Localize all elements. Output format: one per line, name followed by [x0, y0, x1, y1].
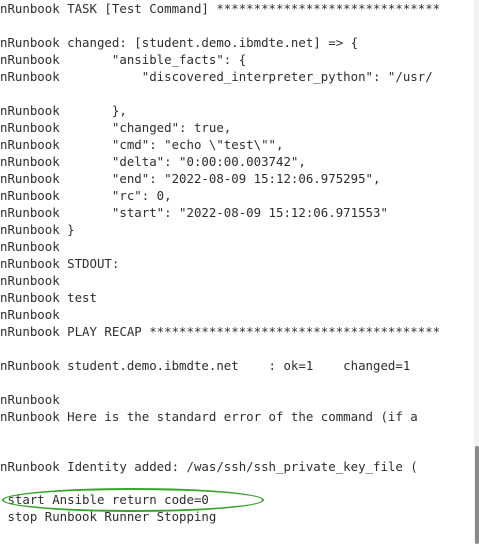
log-line: nRunbook }: [0, 222, 75, 237]
log-line: nRunbook test: [0, 290, 97, 305]
log-line: nRunbook "ansible_facts": {: [0, 52, 247, 67]
log-line: nRunbook Here is the standard error of t…: [0, 409, 418, 424]
log-line-highlighted: start Ansible return code=0: [0, 492, 209, 507]
log-line: nRunbook "end": "2022-08-09 15:12:06.975…: [0, 171, 381, 186]
vertical-scrollbar[interactable]: [474, 0, 479, 544]
log-line: nRunbook TASK [Test Command] ***********…: [0, 1, 441, 16]
log-line: stop Runbook Runner Stopping: [0, 509, 217, 524]
log-line: nRunbook: [0, 392, 60, 407]
log-line: nRunbook student.demo.ibmdte.net : ok=1 …: [0, 358, 411, 373]
terminal-log-output[interactable]: nRunbook TASK [Test Command] ***********…: [0, 0, 475, 544]
log-line: nRunbook "discovered_interpreter_python"…: [0, 69, 433, 84]
log-line: nRunbook: [0, 239, 60, 254]
log-line: nRunbook "rc": 0,: [0, 188, 172, 203]
log-line: nRunbook STDOUT:: [0, 256, 120, 271]
log-line: nRunbook: [0, 307, 60, 322]
log-line: nRunbook changed: [student.demo.ibmdte.n…: [0, 35, 359, 50]
log-line: nRunbook: [0, 273, 60, 288]
log-line: nRunbook },: [0, 103, 127, 118]
log-line: nRunbook "start": "2022-08-09 15:12:06.9…: [0, 205, 388, 220]
log-line: nRunbook "cmd": "echo \"test\"",: [0, 137, 284, 152]
log-line: nRunbook "changed": true,: [0, 120, 232, 135]
log-line: nRunbook Identity added: /was/ssh/ssh_pr…: [0, 459, 418, 474]
log-line: nRunbook "delta": "0:00:00.003742",: [0, 154, 306, 169]
scrollbar-thumb[interactable]: [475, 446, 479, 544]
log-line: nRunbook PLAY RECAP ********************…: [0, 324, 441, 339]
